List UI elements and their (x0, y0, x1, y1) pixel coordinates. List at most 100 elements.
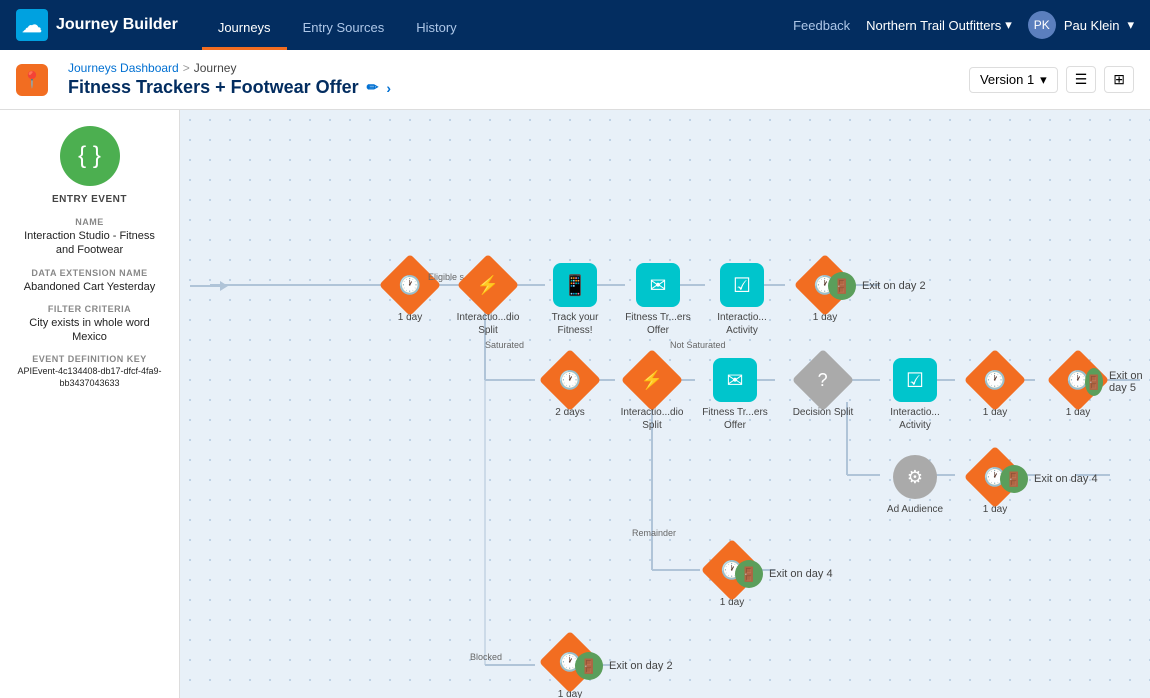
track-fitness-icon: 📱 (553, 263, 597, 307)
exit-label-3: Exit on day 4 (1034, 473, 1098, 485)
exit-day5[interactable]: 🚪 Exit on day 5 (1085, 368, 1150, 396)
journey-title: Fitness Trackers + Footwear Offer (68, 77, 359, 98)
exit-label-4: Exit on day 4 (769, 568, 833, 580)
breadcrumb-home[interactable]: Journeys Dashboard (68, 61, 179, 75)
entry-event-sidebar: { } ENTRY EVENT NAME Interaction Studio … (0, 110, 180, 698)
user-menu[interactable]: PK Pau Klein ▾ (1028, 11, 1134, 39)
split-icon-2: ⚡ (641, 369, 663, 390)
title-actions: Version 1 ▾ ☰ ⊞ (969, 66, 1134, 93)
salesforce-cloud-icon: ☁ (16, 9, 48, 41)
app-name: Journey Builder (56, 16, 178, 34)
node-fitness-offer-2[interactable]: ✉ Fitness Tr...ersOffer (695, 358, 775, 432)
version-chevron-icon: ▾ (1040, 72, 1047, 88)
version-label: Version 1 (980, 72, 1034, 87)
track-fitness-label: Track yourFitness! (552, 311, 599, 337)
page-title: Fitness Trackers + Footwear Offer ✏ › (68, 77, 391, 98)
start-arrow (190, 281, 228, 291)
app-logo[interactable]: ☁ Journey Builder (16, 9, 178, 41)
node-ad-audience[interactable]: ⚙ Ad Audience (875, 455, 955, 516)
nav-bar: ☁ Journey Builder Journeys Entry Sources… (0, 0, 1150, 50)
exit-icon-5: 🚪 (575, 652, 603, 680)
exit-label-2: Exit on day 5 (1109, 370, 1150, 394)
nav-tabs: Journeys Entry Sources History (202, 0, 473, 50)
filter-value: City exists in whole word Mexico (16, 316, 163, 345)
user-chevron-icon: ▾ (1127, 17, 1134, 33)
decision-split-diamond: ? (792, 349, 854, 411)
activity-label-2: Interactio...Activity (890, 406, 939, 432)
tab-history-label: History (416, 20, 456, 35)
forward-icon[interactable]: › (386, 80, 391, 96)
tab-entry-sources[interactable]: Entry Sources (287, 0, 401, 50)
saturated-label: Saturated (485, 340, 524, 350)
exit-icon-3: 🚪 (1000, 465, 1028, 493)
tab-journeys[interactable]: Journeys (202, 0, 287, 50)
question-icon: ? (818, 369, 828, 390)
name-value: Interaction Studio - Fitness and Footwea… (16, 229, 163, 258)
node-interaction-split-1[interactable]: ⚡ Interactio...dioSplit (448, 263, 528, 337)
fitness-offer-icon-2: ✉ (713, 358, 757, 402)
node-interaction-activity-2[interactable]: ☑ Interactio...Activity (875, 358, 955, 432)
org-selector[interactable]: Northern Trail Outfitters ▾ (866, 17, 1012, 33)
blocked-label: Blocked (470, 652, 502, 662)
activity-label-1: Interactio...Activity (717, 311, 766, 337)
data-ext-value: Abandoned Cart Yesterday (16, 280, 163, 294)
name-label: NAME (16, 217, 163, 227)
breadcrumb-current: Journey (194, 61, 237, 75)
wait-diamond-2days: 🕐 (539, 349, 601, 411)
journey-canvas[interactable]: 🕐 1 day Eligible s... ⚡ Interactio...dio… (180, 110, 1150, 698)
clock-icon-2days: 🕐 (559, 369, 581, 390)
fitness-offer-icon-1: ✉ (636, 263, 680, 307)
user-name: Pau Klein (1064, 18, 1120, 33)
exit-icon-4: 🚪 (735, 560, 763, 588)
exit-icon-1: 🚪 (828, 272, 856, 300)
remainder-label-1: Remainder (632, 528, 676, 538)
filter-label: FILTER CRITERIA (16, 304, 163, 314)
filter-button[interactable]: ☰ (1066, 66, 1097, 93)
journey-icon: 📍 (16, 64, 48, 96)
exit-day2-blocked[interactable]: 🚪 Exit on day 2 (575, 652, 673, 680)
avatar: PK (1028, 11, 1056, 39)
not-saturated-label: Not Saturated (670, 340, 726, 350)
tab-history[interactable]: History (400, 0, 472, 50)
node-track-fitness[interactable]: 📱 Track yourFitness! (535, 263, 615, 337)
clock-icon-1: 🕐 (399, 274, 421, 295)
node-interaction-split-2[interactable]: ⚡ Interactio...dioSplit (612, 358, 692, 432)
node-interaction-activity-1[interactable]: ☑ Interactio...Activity (702, 263, 782, 337)
layout-button[interactable]: ⊞ (1104, 66, 1134, 93)
split-diamond-2: ⚡ (621, 349, 683, 411)
layout-icon: ⊞ (1113, 71, 1125, 87)
tab-entry-sources-label: Entry Sources (303, 20, 385, 35)
exit-day4-row3[interactable]: 🚪 Exit on day 4 (1000, 465, 1098, 493)
version-button[interactable]: Version 1 ▾ (969, 67, 1058, 93)
split-diamond-1: ⚡ (457, 254, 519, 316)
activity-icon-1: ☑ (720, 263, 764, 307)
fitness-offer-label-1: Fitness Tr...ersOffer (625, 311, 691, 337)
event-def-value: APIEvent-4c134408-db17-dfcf-4fa9-bb34370… (16, 366, 163, 389)
exit-label-1: Exit on day 2 (862, 280, 926, 292)
org-name: Northern Trail Outfitters (866, 18, 1001, 33)
ad-audience-icon: ⚙ (893, 455, 937, 499)
feedback-link[interactable]: Feedback (793, 18, 850, 33)
entry-event-icon: { } (60, 126, 120, 186)
breadcrumb-separator: > (183, 61, 190, 75)
exit-day2-row1[interactable]: 🚪 Exit on day 2 (828, 272, 926, 300)
activity-icon-2: ☑ (893, 358, 937, 402)
ad-audience-label: Ad Audience (887, 503, 943, 516)
tab-journeys-label: Journeys (218, 20, 271, 35)
nav-right: Feedback Northern Trail Outfitters ▾ PK … (793, 11, 1134, 39)
exit-icon-2: 🚪 (1085, 368, 1103, 396)
node-wait-2days[interactable]: 🕐 2 days (530, 358, 610, 419)
split-icon-1: ⚡ (477, 274, 499, 295)
entry-event-title: ENTRY EVENT (16, 194, 163, 205)
exit-day4-row4[interactable]: 🚪 Exit on day 4 (735, 560, 833, 588)
node-decision-split[interactable]: ? Decision Split (778, 358, 868, 419)
exit-label-5: Exit on day 2 (609, 660, 673, 672)
data-ext-label: DATA EXTENSION NAME (16, 268, 163, 278)
breadcrumb: Journeys Dashboard > Journey (68, 61, 391, 75)
fitness-offer-label-2: Fitness Tr...ersOffer (702, 406, 768, 432)
sub-header: 📍 Journeys Dashboard > Journey Fitness T… (0, 50, 1150, 110)
wait-diamond-3: 🕐 (964, 349, 1026, 411)
node-wait-3[interactable]: 🕐 1 day (955, 358, 1035, 419)
node-fitness-offer-1[interactable]: ✉ Fitness Tr...ersOffer (618, 263, 698, 337)
edit-icon[interactable]: ✏ (367, 79, 379, 96)
